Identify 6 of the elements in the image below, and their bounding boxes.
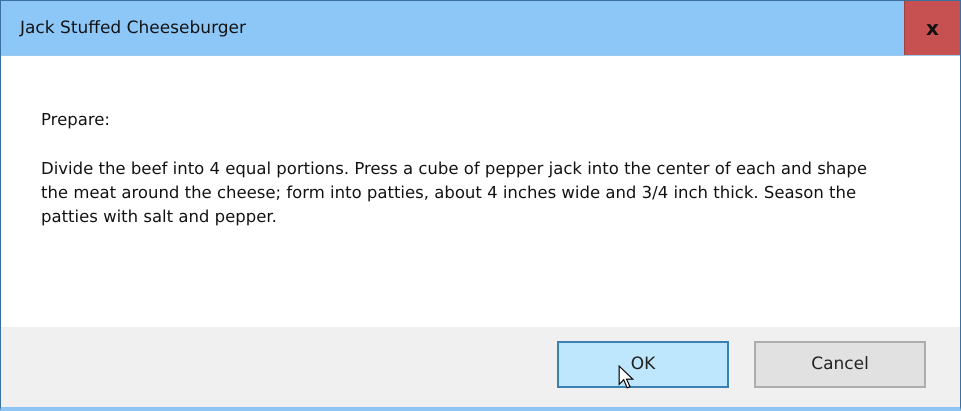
close-button[interactable]: x <box>904 1 960 55</box>
dialog-button[interactable]: OK <box>557 340 729 388</box>
dialog-button[interactable]: Cancel <box>754 340 926 388</box>
message-heading: Prepare: <box>41 109 111 131</box>
window-title: Jack Stuffed Cheeseburger <box>20 18 246 38</box>
message-text: Divide the beef into 4 equal portions. Press a cube of pepper jack into the center of each and shape the meat around the cheese; form into patties, about 4 inches wide and 3/4 inch thick. Season the patties with salt and pepper. <box>41 158 868 228</box>
